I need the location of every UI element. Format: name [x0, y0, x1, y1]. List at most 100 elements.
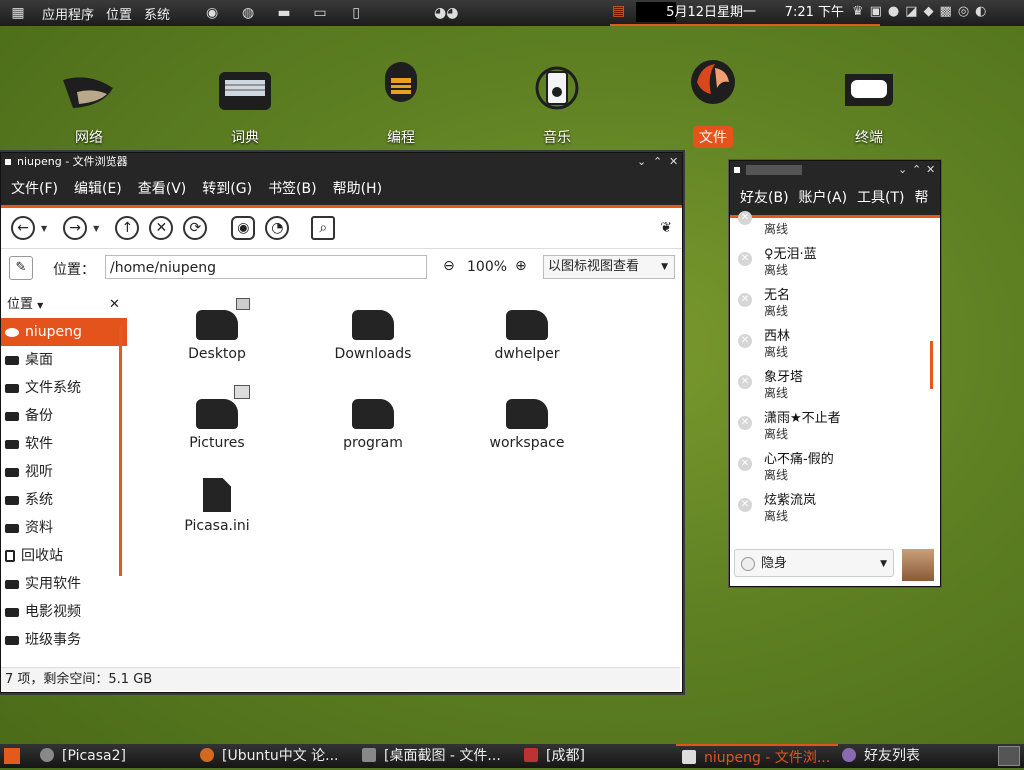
sidebar-item-class[interactable]: 班级事务: [1, 626, 127, 654]
buddy-list-titlebar[interactable]: ⌄ ⌃ ✕: [730, 161, 940, 179]
panel-date[interactable]: 5月12日星期一: [666, 0, 756, 26]
location-bar: ✎ 位置： /home/niupeng ⊖ 100% ⊕ 以图标视图查看 ▼: [1, 249, 682, 287]
close-button[interactable]: ✕: [669, 153, 678, 171]
menu-file[interactable]: 文件(F): [1, 178, 64, 198]
search-button[interactable]: ⌕: [311, 216, 336, 240]
folder-icon: [352, 310, 394, 340]
desktop-icon-dictionary[interactable]: 词典: [200, 66, 290, 148]
location-input[interactable]: /home/niupeng: [105, 255, 427, 279]
sidebar-item-niupeng[interactable]: niupeng: [1, 318, 127, 346]
sidebar-item-backup[interactable]: 备份: [1, 402, 127, 430]
tray-icons[interactable]: ♛▣●◪◆▩◎◐: [852, 4, 993, 19]
maximize-button[interactable]: ⌃: [653, 153, 662, 171]
file-item[interactable]: dwhelper: [467, 310, 587, 362]
menu-edit[interactable]: 编辑(E): [64, 178, 128, 198]
list-item[interactable]: ✕ 潇雨★不止者 离线: [730, 404, 930, 445]
zoom-level[interactable]: 100%: [467, 259, 507, 275]
home-button[interactable]: ◉: [231, 216, 256, 240]
menu-help[interactable]: 帮助(H): [323, 178, 388, 198]
desktop-icon-files[interactable]: 文件: [668, 58, 758, 148]
list-item[interactable]: ✕ ♀无泪·蓝 离线: [730, 240, 930, 281]
folder-icon: [506, 310, 548, 340]
maximize-button[interactable]: ⌃: [912, 161, 921, 179]
globe-launcher-icon[interactable]: ◍: [238, 4, 258, 22]
taskbar-item[interactable]: [Ubuntu中文 论...: [200, 744, 339, 768]
offline-icon: ✕: [738, 416, 752, 430]
offline-icon: ✕: [738, 498, 752, 512]
mail-launcher-icon[interactable]: ▬: [274, 4, 294, 22]
sidebar-item-movies[interactable]: 电影视频: [1, 598, 127, 626]
view-mode-select[interactable]: 以图标视图查看 ▼: [543, 255, 675, 279]
list-item[interactable]: ✕ 心不痛-假的 离线: [730, 445, 930, 486]
file-browser-titlebar[interactable]: niupeng - 文件浏览器 ⌄ ⌃ ✕: [1, 153, 682, 171]
sidebar-item-data[interactable]: 资料: [1, 514, 127, 542]
menu-view[interactable]: 查看(V): [128, 178, 193, 198]
sidebar-item-software[interactable]: 软件: [1, 430, 127, 458]
location-label: 位置：: [53, 262, 95, 278]
back-button[interactable]: ←: [11, 216, 35, 240]
menu-bookmarks[interactable]: 书签(B): [258, 178, 323, 198]
firefox-icon: [200, 748, 214, 762]
file-item[interactable]: Pictures: [157, 385, 277, 451]
sidebar-item-system[interactable]: 系统: [1, 486, 127, 514]
document-launcher-icon[interactable]: ▯: [346, 4, 366, 22]
sidebar-item-desktop[interactable]: 桌面: [1, 346, 127, 374]
close-sidebar-icon[interactable]: ✕: [109, 292, 120, 318]
web-browser-launcher-icon[interactable]: ◉: [202, 4, 222, 22]
taskbar-item[interactable]: [Picasa2]: [40, 744, 126, 768]
toggle-location-icon[interactable]: ✎: [9, 256, 33, 280]
list-item[interactable]: ✕ 炫紫流岚 离线: [730, 486, 930, 525]
list-item[interactable]: ✕ 离线: [730, 199, 930, 240]
menu-applications[interactable]: 应用程序: [36, 4, 100, 23]
sidebar-item-utilities[interactable]: 实用软件: [1, 570, 127, 598]
list-item[interactable]: ✕ 西林 离线: [730, 322, 930, 363]
sidebar-item-filesystem[interactable]: 文件系统: [1, 374, 127, 402]
file-item[interactable]: program: [313, 399, 433, 451]
list-item[interactable]: ✕ 无名 离线: [730, 281, 930, 322]
taskbar-item-active[interactable]: niupeng - 文件浏...: [676, 744, 838, 768]
file-item[interactable]: Desktop: [157, 298, 277, 362]
desktop-icon-music[interactable]: 音乐: [512, 62, 602, 148]
minimize-button[interactable]: ⌄: [898, 161, 907, 179]
ubuntu-menu-icon[interactable]: ▦: [8, 4, 28, 22]
taskbar-item[interactable]: [成都]: [524, 744, 585, 768]
taskbar-item[interactable]: 好友列表: [842, 744, 920, 768]
menu-system[interactable]: 系统: [138, 4, 176, 23]
window-title: niupeng - 文件浏览器: [17, 155, 128, 168]
zoom-in-icon[interactable]: ⊕: [515, 258, 527, 274]
sidebar-item-trash[interactable]: 回收站: [1, 542, 127, 570]
desktop-icon-programming[interactable]: 编程: [356, 58, 446, 148]
sidebar-header[interactable]: 位置 ▼ ✕: [1, 292, 127, 318]
notes-applet-icon[interactable]: ▤: [612, 3, 632, 21]
file-icon-view: Desktop Downloads dwhelper Pictures prog…: [135, 292, 680, 668]
zoom-out-icon[interactable]: ⊖: [443, 258, 455, 274]
desktop-icon-terminal[interactable]: 终端: [824, 66, 914, 148]
up-button[interactable]: ↑: [115, 216, 140, 240]
presence-select[interactable]: 隐身 ▼: [734, 549, 894, 577]
list-item[interactable]: ✕ 象牙塔 离线: [730, 363, 930, 404]
menu-go[interactable]: 转到(G): [192, 178, 258, 198]
drive-icon: [5, 635, 19, 645]
forward-button[interactable]: →: [63, 216, 88, 240]
sidebar-scrollbar[interactable]: [119, 326, 122, 576]
editor-launcher-icon[interactable]: ▭: [310, 4, 330, 22]
forward-history-icon[interactable]: ▼: [93, 224, 99, 233]
sidebar-item-media[interactable]: 视听: [1, 458, 127, 486]
computer-button[interactable]: ◔: [265, 216, 290, 240]
file-item[interactable]: Downloads: [313, 310, 433, 362]
stop-button[interactable]: ✕: [149, 216, 174, 240]
file-item[interactable]: workspace: [467, 399, 587, 451]
file-item[interactable]: Picasa.ini: [157, 478, 277, 534]
show-desktop-icon[interactable]: [4, 748, 20, 764]
back-history-icon[interactable]: ▼: [41, 224, 47, 233]
workspace-switcher[interactable]: [998, 746, 1020, 766]
desktop-icon-network[interactable]: 网络: [44, 66, 134, 148]
avatar[interactable]: [902, 549, 934, 581]
panel-clock[interactable]: 7:21 下午: [785, 0, 844, 26]
minimize-button[interactable]: ⌄: [637, 153, 646, 171]
buddy-scrollbar[interactable]: [930, 341, 933, 389]
menu-places[interactable]: 位置: [100, 4, 138, 23]
taskbar-item[interactable]: [桌面截图 - 文件...: [362, 744, 501, 768]
close-button[interactable]: ✕: [926, 161, 935, 179]
reload-button[interactable]: ⟳: [183, 216, 208, 240]
